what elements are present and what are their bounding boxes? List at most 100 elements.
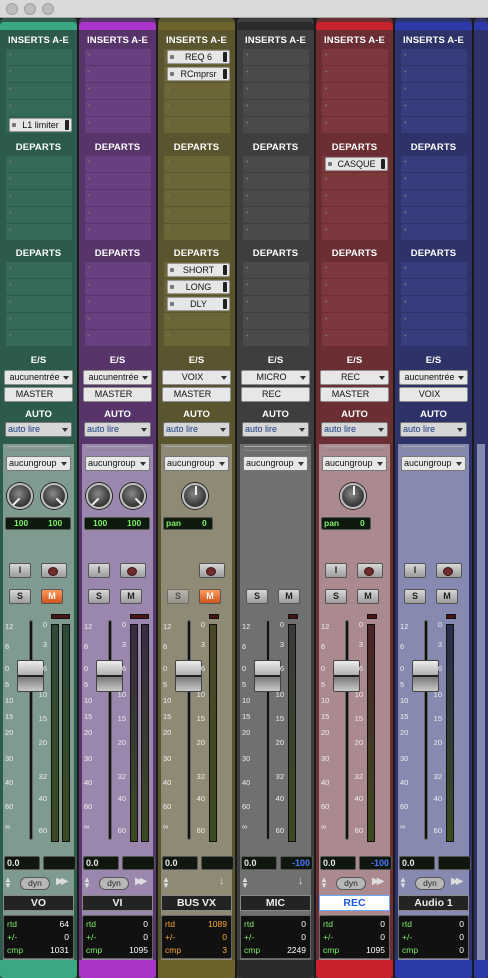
strip-resize-grip[interactable] xyxy=(7,446,70,451)
fast-forward-icon[interactable]: ▶▶ xyxy=(135,876,148,887)
output-selector[interactable]: MASTER xyxy=(83,387,152,402)
insert-slot[interactable]: • xyxy=(6,66,72,82)
channel-color-footer[interactable] xyxy=(395,960,472,978)
volume-fader[interactable] xyxy=(254,660,281,692)
send-slot[interactable]: • xyxy=(6,313,72,329)
send-slot[interactable]: • xyxy=(322,207,388,223)
send-slot[interactable]: • xyxy=(401,207,467,223)
input-selector[interactable]: aucunentrée xyxy=(399,370,468,385)
send-button[interactable]: CASQUE xyxy=(325,157,388,171)
send-slot[interactable]: • xyxy=(6,224,72,240)
insert-slot[interactable]: • xyxy=(401,117,467,133)
output-selector[interactable]: REC xyxy=(241,387,310,402)
send-slot[interactable]: • xyxy=(401,224,467,240)
input-monitor-button[interactable]: I xyxy=(325,563,347,578)
insert-slot[interactable]: • xyxy=(401,49,467,65)
peak-readout[interactable] xyxy=(122,856,155,870)
send-slot[interactable]: • xyxy=(243,173,309,189)
minimize-window-button[interactable] xyxy=(24,3,36,15)
channel-color-bar[interactable] xyxy=(158,22,235,30)
record-arm-button[interactable] xyxy=(120,563,146,578)
pan-readout[interactable]: 100 100 xyxy=(5,517,71,530)
input-selector[interactable]: aucunentrée xyxy=(83,370,152,385)
insert-slot[interactable]: • xyxy=(6,49,72,65)
pan-knob[interactable] xyxy=(340,483,366,509)
send-slot[interactable]: • xyxy=(6,330,72,346)
insert-slot[interactable]: • xyxy=(85,49,151,65)
insert-slot[interactable]: •L1 limiter xyxy=(6,117,72,133)
group-selector[interactable]: aucungroup xyxy=(85,456,150,471)
pan-readout[interactable]: pan 0 xyxy=(321,517,371,530)
clip-indicator[interactable] xyxy=(446,614,456,619)
send-slot[interactable]: • xyxy=(401,190,467,206)
insert-plugin-button[interactable]: L1 limiter xyxy=(9,118,72,132)
send-slot[interactable]: • xyxy=(243,190,309,206)
insert-slot[interactable]: • xyxy=(243,66,309,82)
send-slot[interactable]: • xyxy=(6,156,72,172)
send-slot[interactable]: • xyxy=(243,279,309,295)
peak-readout[interactable]: -100 xyxy=(359,856,392,870)
send-slot[interactable]: • xyxy=(85,262,151,278)
up-down-arrows-icon[interactable]: ▲ ▼ xyxy=(83,876,91,890)
send-slot[interactable]: • xyxy=(322,313,388,329)
up-down-arrows-icon[interactable]: ▲ ▼ xyxy=(4,876,12,890)
pan-readout[interactable]: 100 100 xyxy=(84,517,150,530)
up-down-arrows-icon[interactable]: ▲ ▼ xyxy=(241,876,249,890)
send-slot[interactable]: • xyxy=(85,190,151,206)
solo-button[interactable]: S xyxy=(9,589,31,604)
channel-color-footer[interactable] xyxy=(474,960,488,978)
fast-forward-icon[interactable]: ▶▶ xyxy=(56,876,69,887)
insert-plugin-button[interactable]: RCmprsr xyxy=(167,67,230,81)
record-arm-button[interactable] xyxy=(436,563,462,578)
send-slot[interactable]: • xyxy=(243,313,309,329)
solo-button[interactable]: S xyxy=(325,589,347,604)
track-name[interactable]: VO xyxy=(3,895,74,911)
send-slot[interactable]: • xyxy=(322,296,388,312)
send-slot[interactable]: • xyxy=(85,224,151,240)
group-selector[interactable]: aucungroup xyxy=(322,456,387,471)
send-slot[interactable]: • xyxy=(6,173,72,189)
up-down-arrows-icon[interactable]: ▲ ▼ xyxy=(162,876,170,890)
send-slot[interactable]: • xyxy=(6,296,72,312)
automation-mode-selector[interactable]: auto lire xyxy=(242,422,309,437)
send-slot[interactable]: • xyxy=(85,156,151,172)
record-arm-button[interactable] xyxy=(199,563,225,578)
mute-button[interactable]: M xyxy=(120,589,142,604)
mute-button[interactable]: M xyxy=(41,589,63,604)
insert-slot[interactable]: • xyxy=(85,117,151,133)
send-slot[interactable]: • xyxy=(322,173,388,189)
send-slot[interactable]: • xyxy=(243,330,309,346)
input-selector[interactable]: VOIX xyxy=(162,370,231,385)
send-slot[interactable]: •CASQUE xyxy=(322,156,388,172)
solo-button[interactable]: S xyxy=(167,589,189,604)
dyn-button[interactable]: dyn xyxy=(20,877,50,890)
volume-fader[interactable] xyxy=(175,660,202,692)
send-slot[interactable]: •SHORT xyxy=(164,262,230,278)
dyn-button[interactable]: dyn xyxy=(415,877,445,890)
volume-readout[interactable]: 0.0 xyxy=(399,856,435,870)
channel-color-footer[interactable] xyxy=(0,960,77,978)
send-slot[interactable]: • xyxy=(164,224,230,240)
insert-slot[interactable]: •REQ 6 xyxy=(164,49,230,65)
clip-indicator[interactable] xyxy=(51,614,70,619)
send-slot[interactable]: • xyxy=(401,262,467,278)
fast-forward-icon[interactable]: ▶▶ xyxy=(451,876,464,887)
insert-slot[interactable]: • xyxy=(322,49,388,65)
volume-fader[interactable] xyxy=(96,660,123,692)
pan-left-knob[interactable] xyxy=(7,483,33,509)
up-down-arrows-icon[interactable]: ▲ ▼ xyxy=(399,876,407,890)
insert-slot[interactable]: • xyxy=(401,100,467,116)
peak-readout[interactable]: -100 xyxy=(280,856,313,870)
send-slot[interactable]: • xyxy=(164,207,230,223)
send-slot[interactable]: • xyxy=(243,296,309,312)
pan-knob[interactable] xyxy=(182,483,208,509)
send-button[interactable]: DLY xyxy=(167,297,230,311)
pan-left-knob[interactable] xyxy=(86,483,112,509)
input-selector[interactable]: REC xyxy=(320,370,389,385)
insert-slot[interactable]: • xyxy=(85,83,151,99)
channel-color-bar[interactable] xyxy=(316,22,393,30)
volume-fader[interactable] xyxy=(412,660,439,692)
send-button[interactable]: LONG xyxy=(167,280,230,294)
insert-slot[interactable]: • xyxy=(85,100,151,116)
send-slot[interactable]: • xyxy=(401,313,467,329)
